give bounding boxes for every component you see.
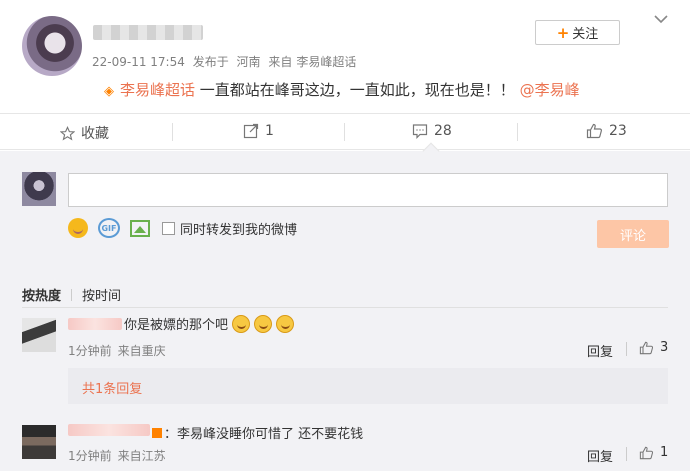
reply-button[interactable]: 回复: [587, 341, 613, 360]
reply-button[interactable]: 回复: [587, 446, 613, 465]
comment-like-count: 3: [660, 340, 669, 355]
repost-count: 1: [265, 123, 274, 139]
repost-checkbox-row[interactable]: 同时转发到我的微博: [162, 219, 297, 238]
my-avatar: [22, 172, 56, 206]
action-divider: [172, 123, 173, 141]
follow-button[interactable]: + 关注: [535, 20, 620, 45]
favorite-button[interactable]: 收藏: [60, 123, 109, 143]
plus-icon: +: [556, 23, 570, 42]
comment-body: 你是被嫖的那个吧: [124, 318, 229, 333]
post-location: 河南: [236, 55, 261, 69]
topic-link[interactable]: 李易峰超话: [120, 81, 195, 99]
follow-label: 关注: [572, 27, 599, 42]
comment-action-divider: [626, 447, 627, 461]
comment-like-count: 1: [660, 445, 669, 460]
comment-source: 来自重庆: [117, 344, 166, 358]
commenter-avatar[interactable]: [22, 318, 56, 352]
comment-button[interactable]: 28: [412, 123, 452, 139]
action-bar: 收藏 1 28 23: [0, 113, 690, 150]
comment-meta: 1分钟前 来自江苏: [68, 447, 172, 464]
emoji-icon[interactable]: [68, 218, 88, 238]
source-prefix: 来自: [268, 55, 293, 69]
comment-meta: 1分钟前 来自重庆: [68, 342, 172, 359]
thumbs-up-icon: [586, 123, 603, 139]
sort-divider: [22, 307, 668, 308]
favorite-label: 收藏: [81, 126, 109, 142]
sort-tabs: 按热度 按时间: [22, 285, 121, 304]
action-divider: [517, 123, 518, 141]
comment-like-button[interactable]: 1: [639, 445, 668, 460]
comment-body: ：李易峰没睡你可惜了 还不要花钱: [164, 427, 364, 442]
action-divider: [344, 123, 345, 141]
cat-emoji-icon: [254, 314, 273, 333]
like-button[interactable]: 23: [586, 123, 627, 139]
author-name-redacted[interactable]: [93, 25, 203, 40]
author-avatar[interactable]: [22, 16, 82, 76]
commenter-name-redacted[interactable]: [68, 424, 150, 436]
post-body: ◈ 李易峰超话 一直都站在峰哥这边，一直如此，现在也是！！ @李易峰: [104, 79, 580, 100]
repost-button[interactable]: 1: [243, 123, 274, 139]
comment-source: 来自江苏: [117, 449, 166, 463]
gif-icon[interactable]: GIF: [98, 218, 120, 238]
post-meta: 22-09-11 17:54 发布于 河南 来自 李易峰超话: [92, 53, 360, 70]
repost-icon: [243, 123, 259, 139]
chevron-down-icon[interactable]: [654, 14, 668, 24]
star-icon: [60, 125, 75, 141]
submit-comment-button[interactable]: 评论: [597, 220, 669, 248]
replies-summary[interactable]: 共1条回复: [68, 368, 668, 404]
member-badge-icon: [152, 427, 162, 438]
post-time[interactable]: 22-09-11 17:54: [92, 55, 185, 69]
repost-checkbox[interactable]: [162, 221, 175, 235]
comment-time: 1分钟前: [68, 344, 112, 358]
comment-text: ：李易峰没睡你可惜了 还不要花钱: [150, 423, 363, 442]
cat-emoji-icon: [276, 314, 295, 333]
supertopic-icon: ◈: [104, 84, 114, 99]
comment-like-button[interactable]: 3: [639, 340, 668, 355]
thumbs-up-icon: [639, 446, 654, 460]
comment-time: 1分钟前: [68, 449, 112, 463]
post-source[interactable]: 李易峰超话: [296, 55, 356, 69]
comment-count: 28: [434, 123, 452, 139]
mention-link[interactable]: @李易峰: [520, 81, 580, 99]
comment-input[interactable]: [68, 173, 668, 207]
comment-icon: [412, 123, 428, 139]
cat-emoji-icon: [232, 314, 251, 333]
tab-sort-time[interactable]: 按时间: [82, 285, 121, 304]
replies-summary-link[interactable]: 共1条回复: [82, 378, 142, 397]
like-count: 23: [609, 123, 627, 139]
post-body-text: 一直都站在峰哥这边，一直如此，现在也是！！: [195, 81, 515, 99]
composer-tools: GIF 同时转发到我的微博: [68, 218, 297, 238]
thumbs-up-icon: [639, 341, 654, 355]
tab-sort-hot[interactable]: 按热度: [22, 285, 61, 304]
repost-checkbox-label: 同时转发到我的微博: [180, 222, 298, 238]
commenter-name-redacted[interactable]: [68, 318, 122, 330]
tab-divider: [71, 288, 73, 301]
published-at-label: 发布于: [192, 55, 229, 69]
image-icon[interactable]: [130, 219, 150, 237]
comment-text: 你是被嫖的那个吧: [124, 314, 295, 333]
commenter-avatar[interactable]: [22, 425, 56, 459]
comment-action-divider: [626, 342, 627, 356]
